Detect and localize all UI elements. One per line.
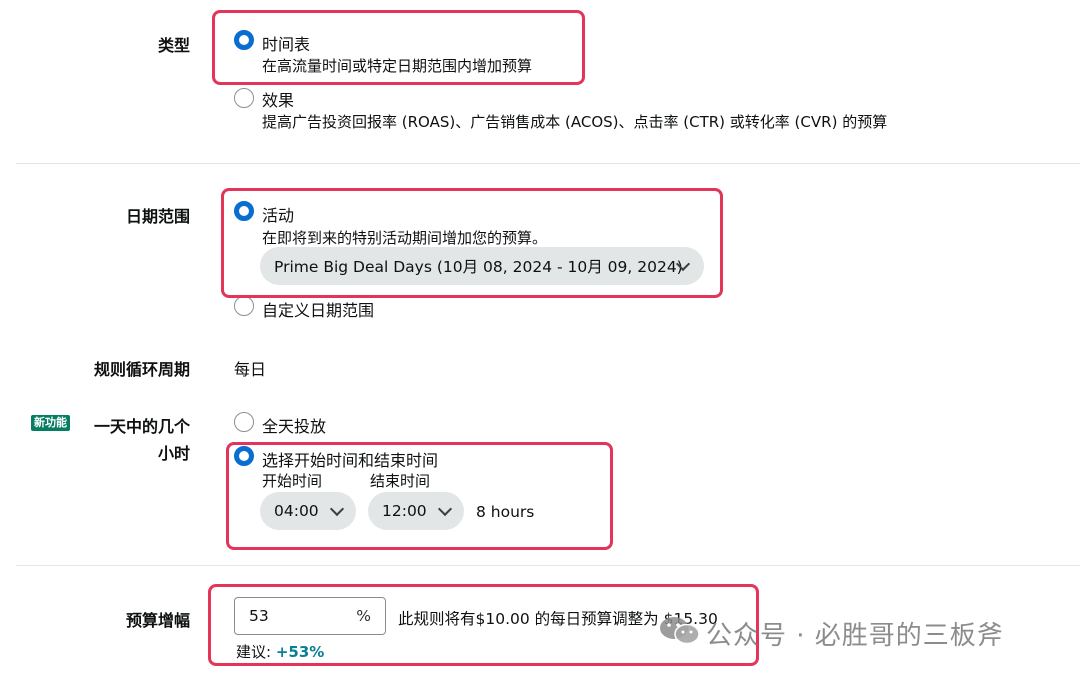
- type-schedule-desc: 在高流量时间或特定日期范围内增加预算: [262, 57, 533, 75]
- type-schedule-title: 时间表: [262, 35, 311, 54]
- type-performance-title: 效果: [262, 91, 295, 110]
- type-label: 类型: [157, 36, 190, 55]
- section-divider: [16, 565, 1080, 566]
- date-range-label: 日期范围: [125, 207, 190, 226]
- recurrence-value: 每日: [234, 360, 267, 379]
- hours-label-line2: 小时: [157, 444, 190, 463]
- end-time-value: 12:00: [382, 502, 427, 520]
- suggestion-label: 建议:: [236, 643, 272, 661]
- start-time-value: 04:00: [274, 502, 319, 520]
- watermark-text: 公众号 · 必胜哥的三板斧: [706, 621, 1004, 651]
- budget-input-value: 53: [249, 607, 269, 625]
- date-range-custom-title: 自定义日期范围: [262, 301, 375, 320]
- type-performance-radio[interactable]: [234, 88, 254, 108]
- hours-custom-radio[interactable]: [234, 446, 254, 466]
- date-range-custom-radio[interactable]: [234, 296, 254, 316]
- hours-all-day-radio[interactable]: [234, 412, 254, 432]
- hours-all-day-title: 全天投放: [262, 417, 327, 436]
- event-select-dropdown[interactable]: Prime Big Deal Days (10月 08, 2024 - 10月 …: [260, 247, 704, 285]
- type-schedule-radio[interactable]: [234, 30, 254, 50]
- suggestion-value-link[interactable]: +53%: [276, 643, 324, 661]
- new-feature-badge: 新功能: [31, 415, 70, 431]
- budget-label: 预算增幅: [125, 611, 190, 630]
- chevron-down-icon: [437, 501, 453, 517]
- start-time-label: 开始时间: [262, 472, 323, 490]
- suggestion: 建议: +53%: [236, 641, 324, 662]
- end-time-dropdown[interactable]: 12:00: [368, 492, 464, 530]
- end-time-label: 结束时间: [370, 472, 431, 490]
- hours-label-line1: 一天中的几个: [93, 417, 190, 436]
- chevron-down-icon: [329, 501, 345, 517]
- duration-text: 8 hours: [476, 503, 535, 521]
- budget-increase-input[interactable]: 53 %: [234, 597, 386, 635]
- date-range-event-desc: 在即将到来的特别活动期间增加您的预算。: [262, 229, 548, 247]
- date-range-event-title: 活动: [262, 206, 295, 225]
- event-select-value: Prime Big Deal Days (10月 08, 2024 - 10月 …: [274, 258, 683, 276]
- hours-custom-title: 选择开始时间和结束时间: [262, 451, 439, 470]
- date-range-event-radio[interactable]: [234, 201, 254, 221]
- wechat-icon: [658, 614, 702, 648]
- recurrence-label: 规则循环周期: [93, 360, 190, 379]
- start-time-dropdown[interactable]: 04:00: [260, 492, 356, 530]
- type-performance-desc: 提高广告投资回报率 (ROAS)、广告销售成本 (ACOS)、点击率 (CTR)…: [262, 113, 888, 131]
- percent-unit: %: [356, 607, 371, 625]
- section-divider: [16, 163, 1080, 164]
